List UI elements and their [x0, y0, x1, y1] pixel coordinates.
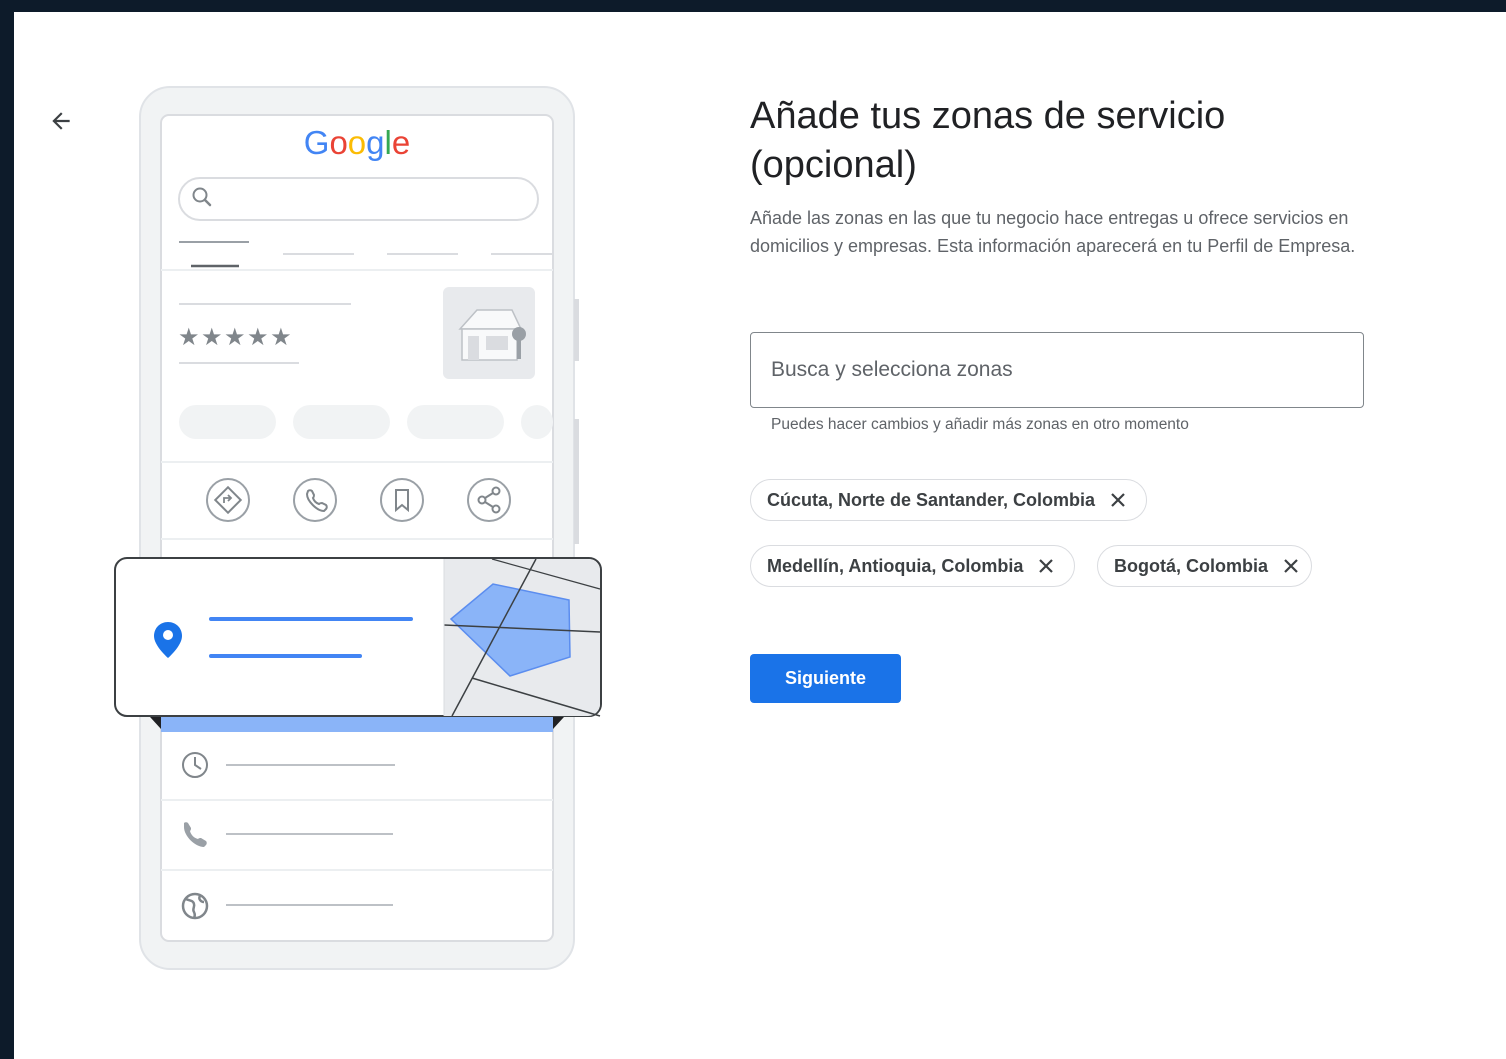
- phone-icon: [293, 478, 337, 522]
- zone-chip-label: Medellín, Antioquia, Colombia: [767, 555, 1024, 576]
- close-icon: [1283, 559, 1298, 573]
- remove-zone-button[interactable]: [1035, 555, 1057, 577]
- zone-chip: Bogotá, Colombia: [1097, 545, 1312, 587]
- close-icon: [1039, 559, 1054, 573]
- zone-chip-label: Bogotá, Colombia: [1114, 555, 1268, 576]
- remove-zone-button[interactable]: [1107, 489, 1129, 511]
- back-button[interactable]: [44, 104, 78, 138]
- directions-icon: [206, 478, 250, 522]
- bookmark-icon: [380, 478, 424, 522]
- page-description: Añade las zonas en las que tu negocio ha…: [750, 208, 1356, 256]
- share-icon: [467, 478, 511, 522]
- remove-zone-button[interactable]: [1280, 555, 1301, 577]
- search-helper-text: Puedes hacer cambios y añadir más zonas …: [771, 416, 1189, 433]
- next-button[interactable]: Siguiente: [750, 654, 901, 703]
- business-profile-illustration: Google ★★★★★: [114, 86, 602, 970]
- page-frame: Google ★★★★★ Añade tus zonas de servicio…: [14, 12, 1506, 1059]
- google-logo: Google: [304, 124, 410, 161]
- mock-search-bar: [178, 177, 539, 221]
- phone-screen: [160, 114, 554, 942]
- zone-chip: Cúcuta, Norte de Santander, Colombia: [750, 479, 1147, 521]
- service-area-card: [114, 557, 602, 717]
- zone-search-input[interactable]: [750, 332, 1364, 408]
- page-title: Añade tus zonas de servicio (opcional): [750, 95, 1226, 186]
- store-thumbnail: [443, 287, 535, 379]
- rating-stars: ★★★★★: [178, 323, 293, 351]
- back-arrow-icon: [52, 112, 70, 130]
- close-icon: [1111, 493, 1125, 507]
- zone-chip-label: Cúcuta, Norte de Santander, Colombia: [767, 489, 1096, 510]
- zone-chip: Medellín, Antioquia, Colombia: [750, 545, 1075, 587]
